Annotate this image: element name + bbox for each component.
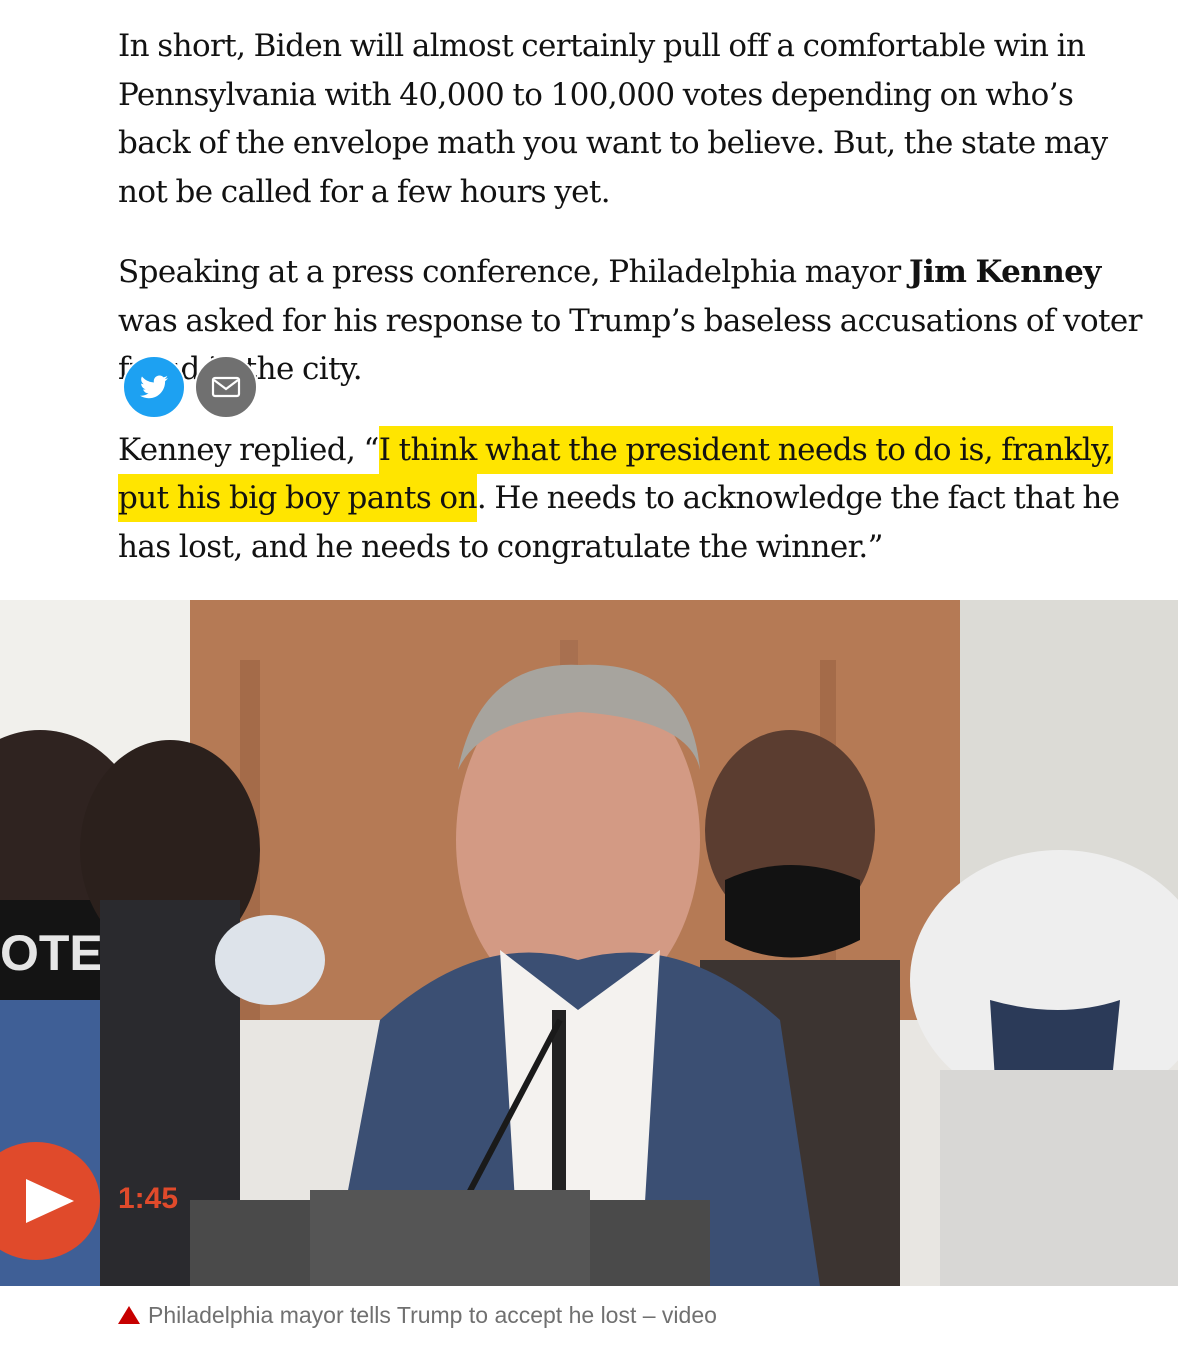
caption-triangle-icon: [118, 1305, 140, 1324]
email-icon: [211, 376, 241, 398]
page-gutter: [1178, 600, 1186, 1286]
paragraph-text: Speaking at a press conference, Philadel…: [118, 254, 909, 290]
paragraph-text: Kenney replied, “: [118, 431, 379, 468]
twitter-icon: [140, 375, 168, 399]
paragraph-press-conference: Speaking at a press conference, Philadel…: [118, 248, 1148, 394]
share-twitter-button[interactable]: [122, 355, 186, 419]
mask-text: OTE: [0, 925, 103, 981]
video-duration: 1:45: [118, 1182, 179, 1215]
caption-text: Philadelphia mayor tells Trump to accept…: [148, 1302, 717, 1328]
paragraph-text: was asked for his response to Trump’s ba…: [118, 302, 1142, 388]
paragraph-pennsylvania: In short, Biden will almost certainly pu…: [118, 28, 1108, 210]
person-name: Jim Kenney: [908, 254, 1101, 290]
article-body: In short, Biden will almost certainly pu…: [118, 22, 1148, 603]
paragraph-quote: Kenney replied, “I think what the presid…: [118, 425, 1148, 572]
video-caption: Philadelphia mayor tells Trump to accept…: [118, 1302, 717, 1329]
play-icon: [26, 1179, 74, 1223]
share-email-button[interactable]: [194, 355, 258, 419]
share-buttons: [122, 355, 258, 419]
